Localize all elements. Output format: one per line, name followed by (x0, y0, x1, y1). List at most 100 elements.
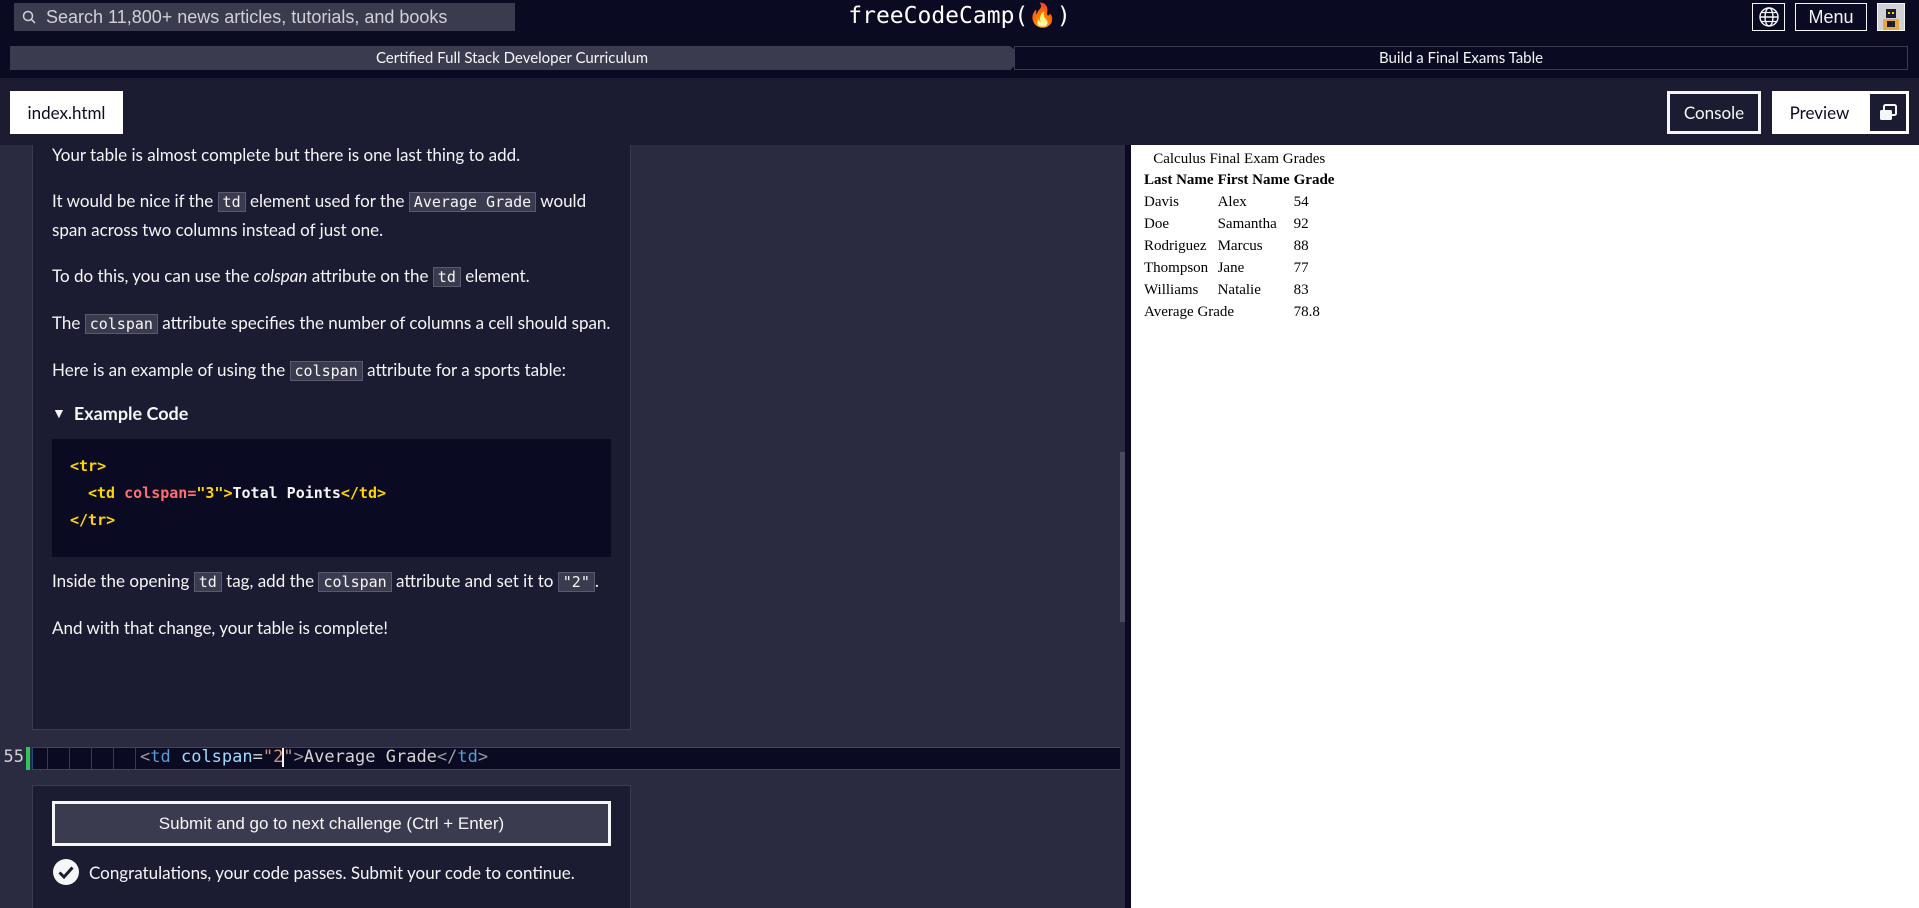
table-header: Grade (1293, 172, 1335, 188)
code-token: "2 (262, 747, 284, 767)
code-token: < (140, 747, 151, 767)
popout-window-icon (1880, 103, 1897, 120)
submit-panel: Submit and go to next challenge (Ctrl + … (32, 785, 631, 908)
code-token: <td (88, 484, 116, 502)
preview-label: Preview (1789, 102, 1850, 123)
table-footer-label: Average Grade (1144, 303, 1235, 320)
inline-code: td (193, 572, 222, 592)
menu-button[interactable]: Menu (1795, 3, 1867, 31)
line-number: 55 (3, 747, 24, 767)
preview-pane: Calculus Final Exam Grades Last Name Fir… (1131, 145, 1919, 908)
instruction-paragraph: To do this, you can use the colspan attr… (52, 265, 530, 287)
table-header: First Name (1217, 172, 1290, 188)
search-icon (22, 10, 36, 24)
code-token: <tr> (70, 457, 107, 475)
table-cell: Jane (1217, 259, 1245, 276)
table-cell: 83 (1293, 281, 1309, 298)
instruction-paragraph: It would be nice if the td element used … (52, 190, 587, 240)
example-code-label: Example Code (73, 402, 189, 424)
instruction-paragraph: The colspan attribute specifies the numb… (52, 312, 611, 334)
code-token: </tr> (70, 511, 116, 529)
table-cell: Doe (1144, 215, 1169, 232)
code-token: colspan= (115, 484, 197, 502)
inline-code: colspan (84, 314, 158, 334)
table-cell: 92 (1293, 215, 1309, 232)
indent-guide (135, 748, 136, 769)
inline-code: colspan (289, 361, 363, 381)
tab-index-html[interactable]: index.html (10, 91, 123, 134)
table-cell: Marcus (1217, 237, 1263, 254)
inline-code: Average Grade (408, 192, 537, 212)
code-token: "3" (196, 484, 224, 502)
indent-guide (91, 748, 92, 769)
code-token: > (223, 484, 233, 502)
instructions-panel: Your table is almost complete but there … (32, 145, 631, 730)
code-token: = (252, 747, 263, 767)
triangle-down-icon: ▼ (52, 404, 66, 421)
table-cell: Davis (1144, 193, 1179, 210)
code-token: </td> (340, 484, 387, 502)
instruction-paragraph: Inside the opening td tag, add the colsp… (52, 570, 599, 592)
inline-code: td (432, 267, 461, 287)
code-token: > (477, 747, 489, 767)
search-bar[interactable] (14, 3, 515, 31)
editor-scrollbar-thumb[interactable] (1120, 452, 1125, 622)
grades-table: Calculus Final Exam Grades Last Name Fir… (1141, 151, 1337, 324)
avatar-icon (1883, 9, 1899, 30)
table-row: Doe Samantha 92 (1143, 214, 1335, 234)
table-cell: Samantha (1217, 215, 1277, 232)
code-token: td (150, 747, 171, 767)
top-nav: freeCodeCamp(🔥) Menu (0, 0, 1919, 34)
table-cell: Alex (1217, 193, 1247, 210)
code-token: Average Grade (303, 747, 437, 767)
table-cell: 77 (1293, 259, 1309, 276)
language-button[interactable] (1752, 3, 1785, 31)
table-caption: Calculus Final Exam Grades (1153, 151, 1326, 167)
code-token: Total Points (232, 484, 341, 502)
breadcrumb: Certified Full Stack Developer Curriculu… (10, 46, 1908, 70)
popout-button[interactable] (1867, 91, 1909, 134)
table-header: Last Name (1144, 172, 1214, 188)
code-token: colspan (170, 747, 253, 767)
pass-message-text: Congratulations, your code passes. Submi… (89, 861, 575, 883)
indent-guide (69, 748, 70, 769)
code-token: > (293, 747, 304, 767)
globe-icon (1758, 7, 1779, 27)
inline-code: "2" (557, 572, 595, 592)
table-row: Thompson Jane 77 (1143, 258, 1335, 278)
breadcrumb-challenge[interactable]: Build a Final Exams Table (1014, 46, 1908, 70)
preview-button[interactable]: Preview (1772, 91, 1909, 134)
breadcrumb-curriculum[interactable]: Certified Full Stack Developer Curriculu… (10, 46, 1014, 70)
instruction-paragraph: Your table is almost complete but there … (52, 145, 521, 165)
table-row: Rodriguez Marcus 88 (1143, 236, 1335, 256)
code-token: </ (436, 747, 458, 767)
inline-code: colspan (318, 572, 392, 592)
submit-button[interactable]: Submit and go to next challenge (Ctrl + … (52, 801, 611, 846)
example-code-block: <tr> <td colspan="3">Total Points</td> <… (52, 439, 611, 557)
example-code-toggle[interactable]: ▼ Example Code (52, 399, 611, 427)
console-button[interactable]: Console (1667, 91, 1761, 134)
table-footer-value: 78.8 (1293, 303, 1320, 320)
table-cell: Natalie (1217, 281, 1261, 298)
table-row: Williams Natalie 83 (1143, 280, 1335, 300)
table-row: Davis Alex 54 (1143, 192, 1335, 212)
instruction-paragraph: Here is an example of using the colspan … (52, 359, 566, 381)
indent-guide (113, 748, 114, 769)
pass-message: Congratulations, your code passes. Submi… (52, 858, 575, 886)
editor-tab-bar: index.html Console Preview (0, 78, 1919, 145)
editor-pane: Your table is almost complete but there … (0, 145, 1125, 908)
indent-guide (47, 748, 48, 769)
code-text[interactable]: <td colspan="2">Average Grade</td> (140, 747, 488, 768)
instruction-paragraph: And with that change, your table is comp… (52, 617, 388, 638)
search-input[interactable] (46, 6, 486, 28)
table-cell: Rodriguez (1144, 237, 1207, 254)
table-cell: Thompson (1144, 259, 1209, 276)
emphasis-text: colspan (253, 265, 308, 286)
user-avatar[interactable] (1877, 3, 1905, 31)
code-editor-line[interactable]: 55 <td colspan="2">Average Grade</td> (0, 747, 1125, 770)
modified-line-marker (26, 747, 30, 770)
table-footer-row: Average Grade 78.8 (1143, 302, 1335, 322)
table-header-row: Last Name First Name Grade (1143, 171, 1335, 190)
check-circle-icon (53, 859, 79, 885)
code-token: " (283, 747, 294, 767)
